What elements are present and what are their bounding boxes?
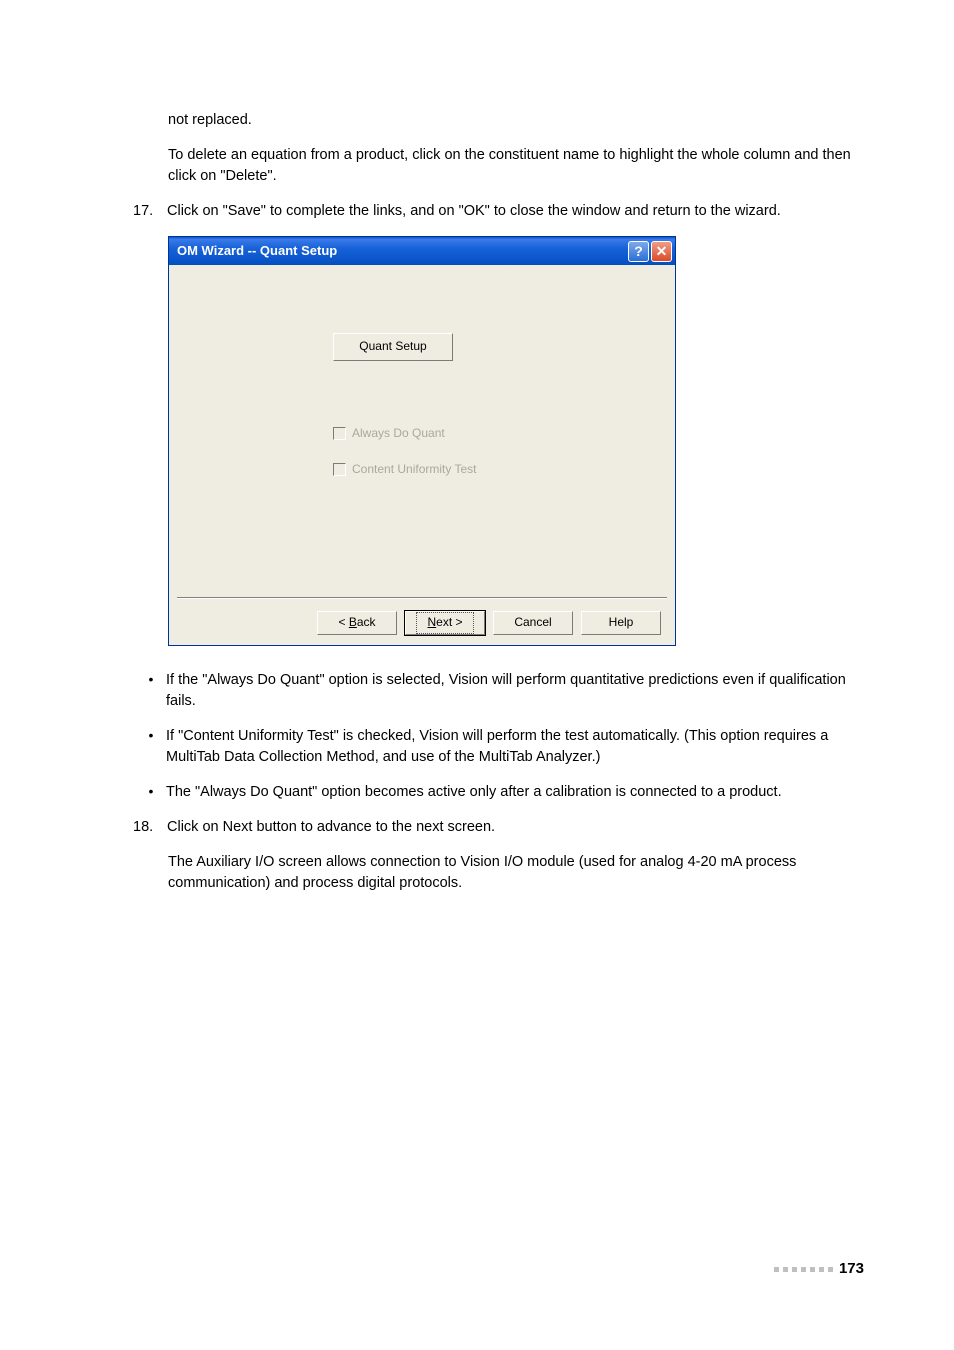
- dialog-button-row: < Back Next > Cancel Help: [317, 611, 661, 635]
- step-text: Click on Next button to advance to the n…: [167, 817, 864, 838]
- bullet-item: • If "Content Uniformity Test" is checke…: [136, 726, 864, 768]
- paragraph-not-replaced: not replaced.: [168, 110, 864, 131]
- bullet-icon: •: [136, 670, 166, 690]
- dialog-om-wizard-quant-setup: OM Wizard -- Quant Setup ? ✕ Quant Setup…: [168, 236, 676, 646]
- checkbox-always-do-quant: Always Do Quant: [333, 425, 445, 442]
- dialog-divider: [177, 597, 667, 599]
- paragraph-aux-io: The Auxiliary I/O screen allows connecti…: [168, 852, 864, 894]
- button-text: < Back: [338, 614, 375, 631]
- bullet-text: The "Always Do Quant" option becomes act…: [166, 782, 864, 803]
- checkbox-icon: [333, 427, 346, 440]
- button-text: Next >: [416, 612, 473, 633]
- back-button[interactable]: < Back: [317, 611, 397, 635]
- bullet-text: If the "Always Do Quant" option is selec…: [166, 670, 864, 712]
- bullet-item: • The "Always Do Quant" option becomes a…: [136, 782, 864, 803]
- checkbox-content-uniformity: Content Uniformity Test: [333, 461, 477, 478]
- help-button[interactable]: Help: [581, 611, 661, 635]
- checkbox-icon: [333, 463, 346, 476]
- cancel-button[interactable]: Cancel: [493, 611, 573, 635]
- footer-dots-icon: [774, 1267, 833, 1272]
- step-text: Click on "Save" to complete the links, a…: [167, 201, 864, 222]
- help-icon[interactable]: ?: [628, 241, 649, 262]
- step-number: 18.: [133, 817, 167, 838]
- dialog-titlebar: OM Wizard -- Quant Setup ? ✕: [169, 237, 675, 265]
- step-18: 18. Click on Next button to advance to t…: [133, 817, 864, 838]
- bullet-icon: •: [136, 782, 166, 802]
- bullet-text: If "Content Uniformity Test" is checked,…: [166, 726, 864, 768]
- checkbox-label: Content Uniformity Test: [352, 461, 477, 478]
- dialog-body: Quant Setup Always Do Quant Content Unif…: [169, 265, 675, 645]
- dialog-title: OM Wizard -- Quant Setup: [177, 242, 626, 261]
- step-number: 17.: [133, 201, 167, 222]
- step-17: 17. Click on "Save" to complete the link…: [133, 201, 864, 222]
- paragraph-delete-equation: To delete an equation from a product, cl…: [168, 145, 864, 187]
- quant-setup-button[interactable]: Quant Setup: [333, 333, 453, 361]
- close-icon[interactable]: ✕: [651, 241, 672, 262]
- page-footer: 173: [774, 1258, 864, 1280]
- page-number: 173: [839, 1258, 864, 1280]
- next-button[interactable]: Next >: [405, 611, 485, 635]
- bullet-item: • If the "Always Do Quant" option is sel…: [136, 670, 864, 712]
- bullet-icon: •: [136, 726, 166, 746]
- checkbox-label: Always Do Quant: [352, 425, 445, 442]
